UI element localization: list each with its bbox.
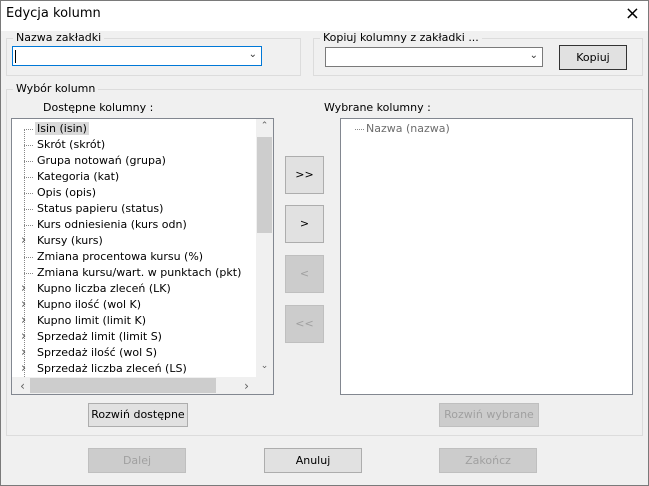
chevron-right-icon[interactable]: › [21, 361, 31, 376]
close-icon[interactable]: × [625, 4, 640, 24]
tree-connector [24, 257, 33, 258]
tree-connector [24, 161, 33, 162]
expand-selected-button[interactable]: Rozwiń wybrane [439, 403, 539, 427]
remove-one-label: < [299, 267, 310, 280]
scroll-right-icon[interactable]: › [238, 379, 255, 393]
copy-from-group: Kopiuj kolumny z zakładki ... ⌄ Kopiuj [313, 31, 643, 76]
tree-item-label: Kupno ilość (wol K) [37, 298, 142, 311]
chevron-down-icon[interactable]: ⌄ [530, 50, 538, 61]
tree-item[interactable]: Kurs odniesienia (kurs odn) [12, 217, 252, 233]
cancel-label: Anuluj [295, 454, 331, 467]
tree-item[interactable]: › Sprzedaż ilość (wol S) [12, 345, 252, 361]
tab-name-group: Nazwa zakładki ⌄ [6, 31, 301, 76]
available-columns-tree[interactable]: Isin (isin) Skrót (skrót) Grupa notowań (g… [11, 118, 274, 395]
window-title: Edycja kolumn [6, 6, 101, 21]
title-bar: Edycja kolumn × [1, 1, 648, 31]
scroll-left-icon[interactable]: ‹ [14, 379, 31, 393]
tree-connector [24, 177, 33, 178]
tree-item[interactable]: › Kupno limit (limit K) [12, 313, 252, 329]
tree-item-label: Kurs odniesienia (kurs odn) [37, 218, 187, 231]
add-one-label: > [299, 217, 310, 230]
tree-item[interactable]: › Sprzedaż liczba zleceń (LS) [12, 361, 252, 377]
expand-available-label: Rozwiń dostępne [91, 408, 185, 421]
remove-all-button[interactable]: << [285, 305, 324, 343]
tree-item-label: Status papieru (status) [37, 202, 164, 215]
scroll-down-icon[interactable]: ⌄ [256, 361, 273, 371]
tree-item-label: Zmiana procentowa kursu (%) [37, 250, 204, 263]
text-caret [15, 50, 16, 63]
tree-connector [24, 273, 33, 274]
add-one-button[interactable]: > [285, 205, 324, 243]
chevron-right-icon[interactable]: › [21, 345, 31, 360]
chevron-right-icon[interactable]: › [21, 329, 31, 344]
available-vertical-scrollbar[interactable]: ⌃ ⌄ [256, 119, 273, 377]
tree-item[interactable]: Opis (opis) [12, 185, 252, 201]
tree-item-label: Opis (opis) [37, 186, 97, 199]
chevron-right-icon[interactable]: › [21, 281, 31, 296]
tree-connector [24, 129, 33, 130]
tree-item[interactable]: Nazwa (nazwa) [341, 121, 631, 137]
tree-item[interactable]: Zmiana kursu/wart. w punktach (pkt) [12, 265, 252, 281]
tree-item-label: Isin (isin) [35, 122, 89, 135]
chevron-down-icon[interactable]: ⌄ [249, 49, 257, 60]
tree-connector [24, 193, 33, 194]
tree-item-label: Nazwa (nazwa) [366, 122, 450, 135]
finish-button[interactable]: Zakończ [439, 448, 537, 473]
copy-button-label: Kopiuj [576, 51, 610, 64]
next-button[interactable]: Dalej [88, 448, 186, 473]
tree-item-label: Sprzedaż ilość (wol S) [37, 346, 157, 359]
horizontal-scroll-thumb[interactable] [30, 378, 216, 393]
tree-item-label: Kursy (kurs) [37, 234, 103, 247]
expand-selected-label: Rozwiń wybrane [444, 408, 534, 421]
next-label: Dalej [122, 454, 152, 467]
tree-item[interactable]: › Kursy (kurs) [12, 233, 252, 249]
chevron-right-icon[interactable]: › [21, 233, 31, 248]
add-all-label: >> [295, 168, 314, 181]
tree-item-label: Kupno limit (limit K) [37, 314, 147, 327]
tree-item-label: Grupa notowań (grupa) [37, 154, 166, 167]
tree-item[interactable]: Zmiana procentowa kursu (%) [12, 249, 252, 265]
vertical-scroll-thumb[interactable] [257, 137, 272, 233]
tree-item[interactable]: › Kupno liczba zleceń (LK) [12, 281, 252, 297]
scrollbar-corner [256, 377, 273, 394]
tree-item[interactable]: › Sprzedaż limit (limit S) [12, 329, 252, 345]
copy-from-legend: Kopiuj kolumny z zakładki ... [320, 31, 482, 44]
tree-item-label: Sprzedaż limit (limit S) [37, 330, 162, 343]
tree-item-label: Kategoria (kat) [37, 170, 120, 183]
cancel-button[interactable]: Anuluj [264, 448, 362, 473]
add-all-button[interactable]: >> [285, 156, 324, 194]
tree-item[interactable]: Skrót (skrót) [12, 137, 252, 153]
tree-item[interactable]: Grupa notowań (grupa) [12, 153, 252, 169]
remove-one-button[interactable]: < [285, 255, 324, 293]
available-columns-label: Dostępne kolumny : [43, 101, 154, 114]
copy-button[interactable]: Kopiuj [559, 45, 627, 70]
tree-connector [24, 209, 33, 210]
copy-from-combobox[interactable]: ⌄ [325, 47, 543, 67]
expand-available-button[interactable]: Rozwiń dostępne [88, 403, 188, 427]
tree-connector [24, 225, 33, 226]
tree-connector [355, 129, 364, 130]
tab-name-legend: Nazwa zakładki [13, 31, 105, 44]
tree-item-label: Skrót (skrót) [37, 138, 106, 151]
selected-columns-tree[interactable]: Nazwa (nazwa) [340, 118, 633, 395]
tree-item[interactable]: Isin (isin) [12, 121, 252, 137]
available-horizontal-scrollbar[interactable]: ‹ › [12, 377, 256, 394]
tree-connector [24, 145, 33, 146]
chevron-right-icon[interactable]: › [21, 313, 31, 328]
tree-item[interactable]: › Kupno ilość (wol K) [12, 297, 252, 313]
scroll-up-icon[interactable]: ⌃ [256, 121, 273, 131]
tree-item[interactable]: Status papieru (status) [12, 201, 252, 217]
remove-all-label: << [295, 317, 314, 330]
tree-item-label: Kupno liczba zleceń (LK) [37, 282, 171, 295]
dialog-window: Edycja kolumn × Nazwa zakładki ⌄ Kopiuj … [0, 0, 649, 486]
chevron-right-icon[interactable]: › [21, 297, 31, 312]
tree-item-label: Zmiana kursu/wart. w punktach (pkt) [37, 266, 242, 279]
tree-item[interactable]: Kategoria (kat) [12, 169, 252, 185]
finish-label: Zakończ [465, 454, 511, 467]
column-selection-legend: Wybór kolumn [13, 82, 99, 95]
tree-item-label: Sprzedaż liczba zleceń (LS) [37, 362, 187, 375]
tab-name-combobox[interactable]: ⌄ [12, 46, 262, 66]
selected-columns-label: Wybrane kolumny : [324, 101, 431, 114]
